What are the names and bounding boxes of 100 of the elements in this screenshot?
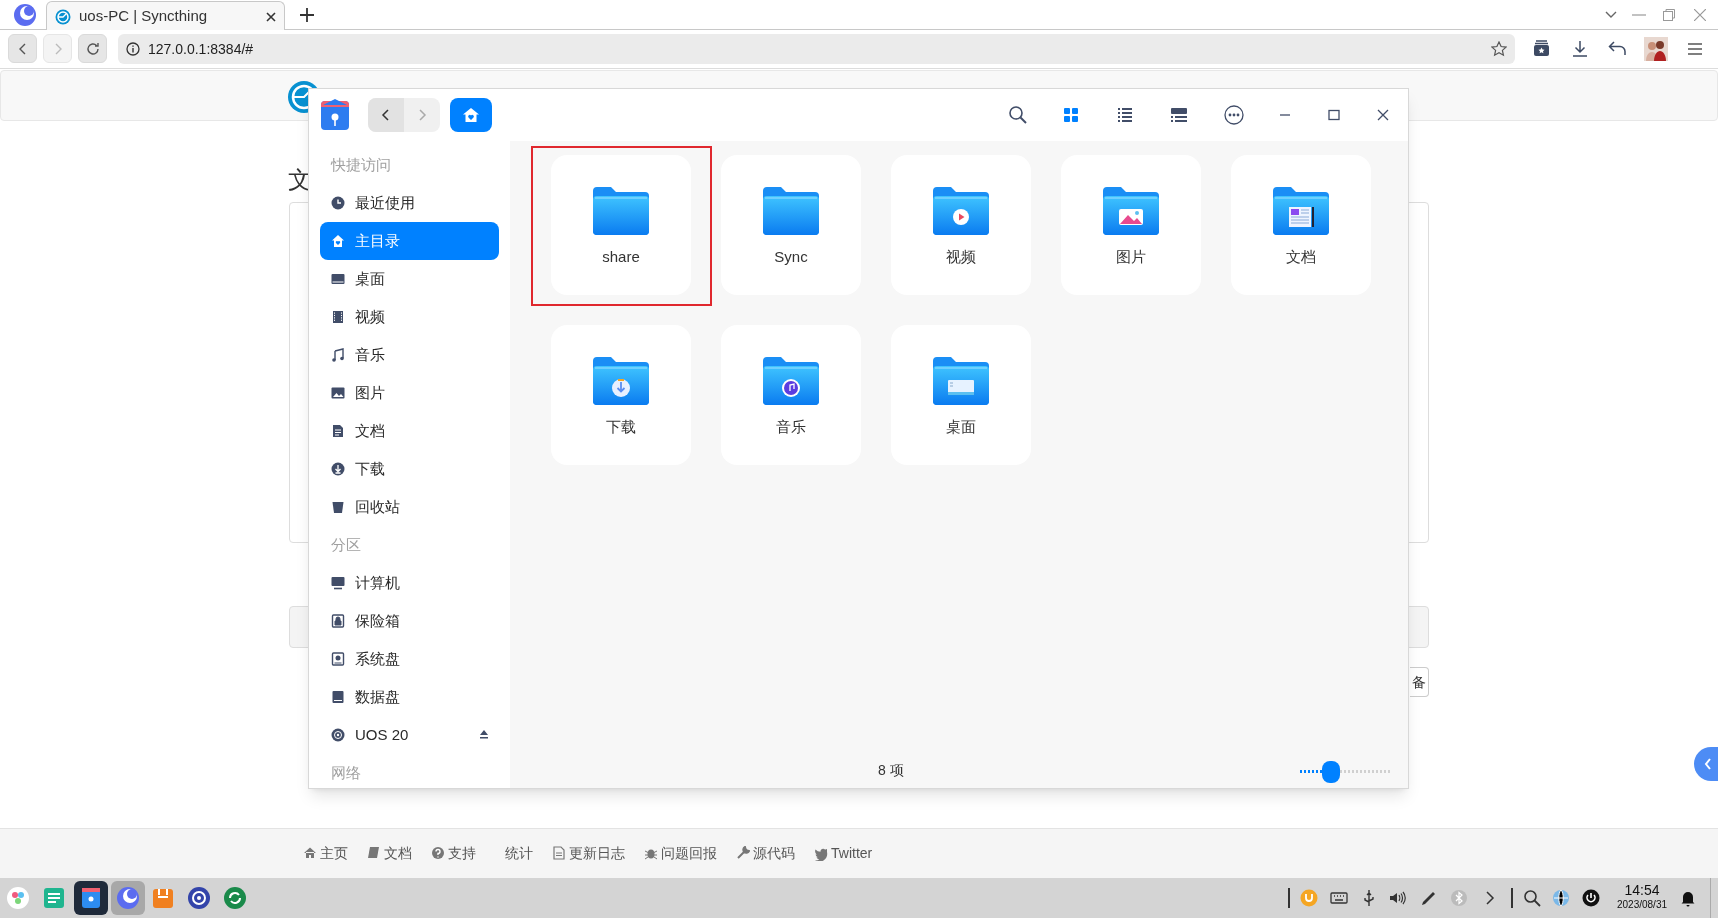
sidebar-heading: 快捷访问 xyxy=(329,154,392,175)
monitor-icon xyxy=(331,272,345,286)
new-tab-icon[interactable] xyxy=(300,8,314,22)
sidebar-heading: 网络 xyxy=(330,762,362,783)
search-icon[interactable] xyxy=(1523,889,1541,907)
sidebar-item[interactable]: 图片 xyxy=(320,374,499,412)
folder-icon xyxy=(591,185,651,237)
document-icon xyxy=(331,424,345,438)
disc-icon xyxy=(331,728,345,742)
sidebar-item[interactable]: 桌面 xyxy=(320,260,499,298)
computer-icon xyxy=(331,576,345,590)
syncthing-icon xyxy=(55,8,71,25)
folder-icon xyxy=(1271,185,1331,237)
address-bar[interactable]: 127.0.0.1:8384/# xyxy=(118,34,1515,64)
folder-name: Sync xyxy=(774,247,808,267)
footer-link[interactable]: 源代码 xyxy=(736,843,795,864)
avatar-icon[interactable] xyxy=(1644,37,1668,61)
collapse-handle-icon[interactable] xyxy=(1694,747,1718,781)
restore-icon[interactable] xyxy=(1663,9,1675,21)
footer-link[interactable]: 统计 xyxy=(495,843,533,864)
chevron-right-icon xyxy=(53,42,62,55)
folder-icon xyxy=(931,185,991,237)
back-button[interactable] xyxy=(8,34,37,63)
bell-icon[interactable] xyxy=(1679,889,1697,907)
sync-app-icon[interactable] xyxy=(222,885,248,911)
folder-name: share xyxy=(602,247,640,267)
sidebar-item[interactable]: 系统盘 xyxy=(320,640,499,678)
sidebar-heading: 分区 xyxy=(330,534,362,555)
download-icon[interactable] xyxy=(1572,40,1588,57)
sidebar-item[interactable]: 视频 xyxy=(320,298,499,336)
settings-app-icon[interactable] xyxy=(186,885,212,911)
file-manager-logo-icon xyxy=(320,99,350,131)
browser-app-icon[interactable] xyxy=(111,881,145,915)
sidebar-item[interactable]: 计算机 xyxy=(320,564,499,602)
footer-link[interactable]: 问题回报 xyxy=(644,843,717,864)
folder-name: 音乐 xyxy=(776,417,806,437)
sidebar-item[interactable]: 保险箱 xyxy=(320,602,499,640)
folder-icon xyxy=(1101,185,1161,237)
page-button[interactable]: 备 xyxy=(1410,667,1429,697)
info-icon xyxy=(126,42,140,56)
folder-name: 文档 xyxy=(1286,247,1316,267)
tab-list-icon[interactable] xyxy=(1605,11,1617,19)
page-heading: 文 xyxy=(288,165,312,195)
home-button[interactable] xyxy=(450,98,492,132)
home-icon xyxy=(462,107,480,123)
footer-link[interactable]: Twitter xyxy=(814,843,873,864)
folder-icon xyxy=(931,355,991,407)
reload-button[interactable] xyxy=(78,34,107,63)
bookmarks-icon[interactable] xyxy=(1533,40,1550,57)
file-manager-app-icon[interactable] xyxy=(74,881,108,915)
footer-link[interactable]: 支持 xyxy=(431,843,476,864)
folder-icon xyxy=(761,185,821,237)
input-method-icon[interactable] xyxy=(1300,889,1318,907)
eject-button[interactable] xyxy=(479,729,491,741)
sidebar-item[interactable]: 下载 xyxy=(320,450,499,488)
launcher-icon[interactable] xyxy=(5,885,31,911)
safe-icon xyxy=(331,614,345,628)
book-icon xyxy=(367,846,381,861)
sidebar-item[interactable]: 数据盘 xyxy=(320,678,499,716)
more-icon xyxy=(1224,105,1244,125)
folder-name: 桌面 xyxy=(946,417,976,437)
star-icon[interactable] xyxy=(1491,41,1507,57)
sidebar-item[interactable]: UOS 20 xyxy=(320,716,499,754)
bird-icon xyxy=(814,846,828,861)
image-icon xyxy=(331,386,345,400)
document-icon xyxy=(552,846,566,861)
browser-tab[interactable]: uos-PC | Syncthing xyxy=(46,1,285,31)
music-note-icon xyxy=(331,348,345,362)
volume-icon[interactable] xyxy=(1388,889,1406,907)
footer-link[interactable]: 更新日志 xyxy=(552,843,625,864)
slider-thumb[interactable] xyxy=(1322,761,1340,783)
monitor-app-icon[interactable] xyxy=(41,885,67,911)
sidebar-item[interactable]: 最近使用 xyxy=(320,184,499,222)
clock-icon xyxy=(331,196,345,210)
sidebar-item[interactable]: 音乐 xyxy=(320,336,499,374)
zoom-slider[interactable] xyxy=(1300,761,1392,781)
sidebar-item[interactable]: 回收站 xyxy=(320,488,499,526)
more-button[interactable] xyxy=(1222,103,1246,127)
folder-icon xyxy=(761,355,821,407)
home-icon xyxy=(303,846,317,861)
chevron-left-icon xyxy=(18,42,27,55)
clock-time: 14:54 xyxy=(1624,882,1660,898)
footer-link[interactable]: 主页 xyxy=(303,843,348,864)
footer-link[interactable]: 文档 xyxy=(367,843,412,864)
home-icon xyxy=(331,234,345,248)
sidebar-item[interactable]: 主目录 xyxy=(320,222,499,260)
keyboard-icon[interactable] xyxy=(1330,889,1348,907)
power-icon[interactable] xyxy=(1582,889,1600,907)
back-button[interactable] xyxy=(368,98,404,132)
film-icon xyxy=(331,310,345,324)
pen-icon[interactable] xyxy=(1420,889,1438,907)
sidebar-item[interactable]: 文档 xyxy=(320,412,499,450)
folder-name: 下载 xyxy=(606,417,636,437)
close-icon[interactable] xyxy=(266,11,276,22)
folder-tile[interactable]: share xyxy=(531,146,712,306)
globe-icon[interactable] xyxy=(1552,889,1570,907)
undo-icon[interactable] xyxy=(1608,40,1626,56)
trash-icon xyxy=(331,500,345,514)
browser-logo-icon[interactable] xyxy=(13,3,37,27)
menu-icon[interactable] xyxy=(1688,43,1702,55)
